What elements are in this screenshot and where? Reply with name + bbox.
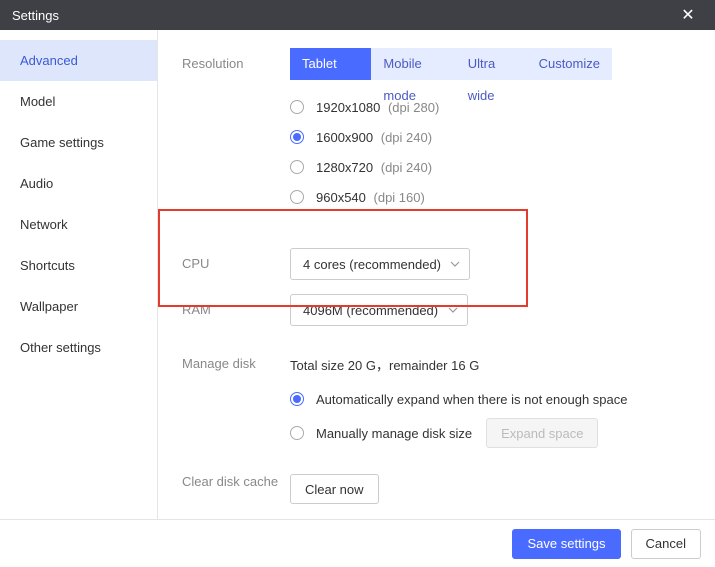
tab-customize[interactable]: Customize bbox=[527, 48, 612, 80]
tab-label: Ultra wide bbox=[468, 56, 495, 103]
resolution-section: Resolution Tablet mode Mobile mode Ultra… bbox=[182, 48, 691, 212]
resolution-option-960x540[interactable]: 960x540 (dpi 160) bbox=[290, 182, 691, 212]
sidebar-item-label: Wallpaper bbox=[20, 299, 78, 314]
radio-label: Automatically expand when there is not e… bbox=[316, 392, 627, 407]
tab-mobile-mode[interactable]: Mobile mode bbox=[371, 48, 455, 80]
resolution-option-1600x900[interactable]: 1600x900 (dpi 240) bbox=[290, 122, 691, 152]
save-settings-button[interactable]: Save settings bbox=[512, 529, 620, 559]
chevron-down-icon bbox=[447, 304, 459, 316]
radio-label: 1600x900 (dpi 240) bbox=[316, 130, 432, 145]
resolution-tabs: Tablet mode Mobile mode Ultra wide Custo… bbox=[290, 48, 612, 80]
radio-label: 1920x1080 (dpi 280) bbox=[316, 100, 439, 115]
clear-cache-section: Clear disk cache Clear now bbox=[182, 474, 691, 504]
resolution-option-1280x720[interactable]: 1280x720 (dpi 240) bbox=[290, 152, 691, 182]
sidebar-item-label: Network bbox=[20, 217, 68, 232]
cpu-select[interactable]: 4 cores (recommended) bbox=[290, 248, 470, 280]
button-label: Cancel bbox=[646, 536, 686, 551]
ram-select[interactable]: 4096M (recommended) bbox=[290, 294, 468, 326]
cpu-label: CPU bbox=[182, 248, 290, 271]
ram-select-value: 4096M (recommended) bbox=[303, 303, 438, 318]
clear-now-button[interactable]: Clear now bbox=[290, 474, 379, 504]
sidebar-item-label: Other settings bbox=[20, 340, 101, 355]
clear-cache-label: Clear disk cache bbox=[182, 474, 290, 489]
radio-icon bbox=[290, 426, 304, 440]
radio-label: Manually manage disk size bbox=[316, 426, 472, 441]
radio-icon bbox=[290, 100, 304, 114]
radio-label: 960x540 (dpi 160) bbox=[316, 190, 425, 205]
cpu-section: CPU 4 cores (recommended) bbox=[182, 248, 691, 280]
radio-icon bbox=[290, 160, 304, 174]
sidebar-item-label: Advanced bbox=[20, 53, 78, 68]
footer: Save settings Cancel bbox=[0, 519, 715, 567]
chevron-down-icon bbox=[449, 258, 461, 270]
disk-option-manual[interactable]: Manually manage disk size Expand space bbox=[290, 416, 691, 450]
sidebar-item-audio[interactable]: Audio bbox=[0, 163, 157, 204]
sidebar-item-network[interactable]: Network bbox=[0, 204, 157, 245]
sidebar-item-wallpaper[interactable]: Wallpaper bbox=[0, 286, 157, 327]
radio-label: 1280x720 (dpi 240) bbox=[316, 160, 432, 175]
manage-disk-section: Manage disk Total size 20 G，remainder 16… bbox=[182, 348, 691, 450]
sidebar-item-label: Shortcuts bbox=[20, 258, 75, 273]
disk-total-text: Total size 20 G，remainder 16 G bbox=[290, 348, 691, 374]
radio-icon bbox=[290, 130, 304, 144]
cpu-select-value: 4 cores (recommended) bbox=[303, 257, 441, 272]
sidebar: Advanced Model Game settings Audio Netwo… bbox=[0, 30, 158, 519]
sidebar-item-label: Model bbox=[20, 94, 55, 109]
content: Resolution Tablet mode Mobile mode Ultra… bbox=[158, 30, 715, 519]
close-icon[interactable]: ✕ bbox=[673, 5, 703, 25]
sidebar-item-other-settings[interactable]: Other settings bbox=[0, 327, 157, 368]
window-title: Settings bbox=[12, 8, 673, 23]
manage-disk-label: Manage disk bbox=[182, 348, 290, 371]
titlebar: Settings ✕ bbox=[0, 0, 715, 30]
sidebar-item-advanced[interactable]: Advanced bbox=[0, 40, 157, 81]
button-label: Save settings bbox=[527, 536, 605, 551]
button-label: Clear now bbox=[305, 482, 364, 497]
sidebar-item-game-settings[interactable]: Game settings bbox=[0, 122, 157, 163]
sidebar-item-label: Game settings bbox=[20, 135, 104, 150]
cancel-button[interactable]: Cancel bbox=[631, 529, 701, 559]
ram-section: RAM 4096M (recommended) bbox=[182, 294, 691, 326]
sidebar-item-shortcuts[interactable]: Shortcuts bbox=[0, 245, 157, 286]
main-area: Advanced Model Game settings Audio Netwo… bbox=[0, 30, 715, 519]
sidebar-item-model[interactable]: Model bbox=[0, 81, 157, 122]
sidebar-item-label: Audio bbox=[20, 176, 53, 191]
disk-option-auto-expand[interactable]: Automatically expand when there is not e… bbox=[290, 382, 691, 416]
resolution-label: Resolution bbox=[182, 48, 290, 71]
tab-label: Customize bbox=[539, 56, 600, 71]
tab-ultra-wide[interactable]: Ultra wide bbox=[456, 48, 527, 80]
radio-icon bbox=[290, 392, 304, 406]
expand-space-button: Expand space bbox=[486, 418, 598, 448]
tab-label: Tablet mode bbox=[302, 56, 337, 103]
tab-tablet-mode[interactable]: Tablet mode bbox=[290, 48, 371, 80]
ram-label: RAM bbox=[182, 294, 290, 317]
radio-icon bbox=[290, 190, 304, 204]
button-label: Expand space bbox=[501, 426, 583, 441]
